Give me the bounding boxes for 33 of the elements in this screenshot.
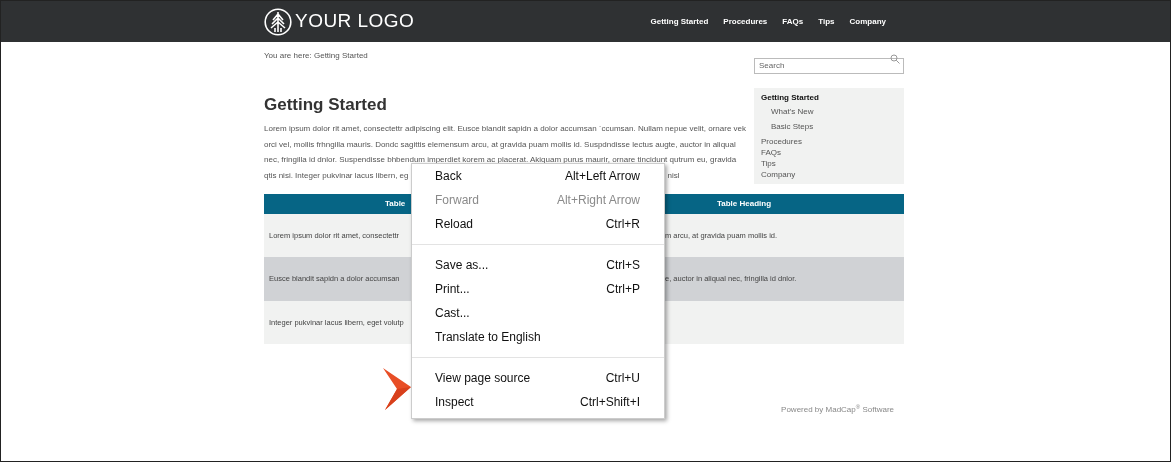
menu-item[interactable]: Save as... Ctrl+S <box>412 253 664 277</box>
search-field[interactable]: Search <box>754 57 904 74</box>
sidebar-link[interactable]: Tips <box>761 158 776 169</box>
body-text-line: orci vel, mollis frhngilla mauris. Dondc sagittis elemensum arcu, at gravida puam mollis id. Suspdndisse lectus augte, auctor in aliqual <box>264 138 736 151</box>
sidebar-link[interactable]: FAQs <box>761 147 781 158</box>
search-icon <box>890 54 900 64</box>
sidebar-link[interactable]: Basic Steps <box>771 121 814 133</box>
sidebar-link[interactable]: Procedures <box>761 136 802 147</box>
nav-link[interactable]: Company <box>849 15 886 28</box>
menu-item[interactable]: Cast... <box>412 301 664 325</box>
pointer-arrow-icon <box>383 368 411 410</box>
nav-link[interactable]: Tips <box>818 15 835 28</box>
menu-item[interactable]: View page source Ctrl+U <box>412 366 664 390</box>
body-text-fragment: nisl <box>667 169 680 182</box>
tree-logo-icon <box>264 7 292 36</box>
body-text-line: nec, fringilla id dnlor. Suspendisse bhbendum imperdiet korem ac placerat. Akiquam purus maurir, ornare tincidunt qutrum eu, gravida <box>264 154 737 166</box>
body-text-line: qtis nisi. Integer pukvinar lacus libern, eg <box>264 169 409 182</box>
page-title: Getting Started <box>264 96 388 114</box>
menu-item[interactable]: Translate to English <box>412 325 664 349</box>
breadcrumb: You are here: Getting Started <box>264 50 368 62</box>
footer-credit: Powered by MadCap$^{®}$ Software <box>781 404 894 416</box>
sidebar-link[interactable]: What's New <box>771 106 814 118</box>
body-text-line: Lorem ipsum dolor rit amet, consectettr adipiscing elit. Eusce blandit sapidn a dolor accumsan `ccumsan. Nullam nepue velit, ornare vek <box>264 123 746 135</box>
logo-text: YOUR LOGO <box>295 9 415 34</box>
menu-item[interactable]: Reload Ctrl+R <box>412 212 664 236</box>
sidebar-link[interactable]: Getting Started <box>761 92 819 103</box>
menu-item[interactable]: Inspect Ctrl+Shift+I <box>412 390 664 414</box>
nav-link[interactable]: Getting Started <box>650 15 709 28</box>
sidebar-link[interactable]: Company <box>761 169 796 180</box>
menu-item[interactable]: Print... Ctrl+P <box>412 277 664 301</box>
nav-link[interactable]: FAQs <box>782 15 804 28</box>
menu-item[interactable]: Back Alt+Left Arrow <box>412 164 664 188</box>
nav-link[interactable]: Procedures <box>723 15 768 28</box>
